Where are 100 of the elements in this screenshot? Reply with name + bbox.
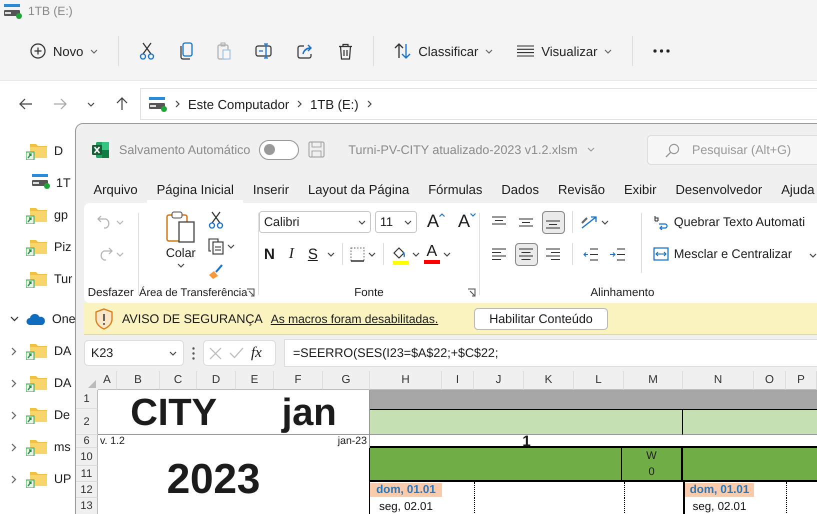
- sort-button[interactable]: Classificar: [382, 35, 506, 67]
- column-header[interactable]: B: [117, 371, 160, 390]
- row-header[interactable]: 6: [76, 435, 98, 448]
- column-header[interactable]: N: [683, 371, 754, 390]
- clipboard-icon: [217, 42, 232, 60]
- shrink-font-button[interactable]: A: [454, 211, 479, 233]
- insert-function-button[interactable]: fx: [251, 344, 262, 362]
- column-header[interactable]: H: [370, 371, 442, 390]
- row-header[interactable]: 12: [76, 482, 98, 498]
- up-arrow-icon: [116, 97, 128, 111]
- column-header[interactable]: M: [624, 371, 683, 390]
- chevron-right-icon[interactable]: [11, 378, 17, 388]
- sidebar-item[interactable]: D: [54, 144, 64, 158]
- merge-center-button[interactable]: Mesclar e Centralizar: [652, 241, 817, 267]
- caret-icon: [358, 220, 366, 224]
- row-header[interactable]: 11: [76, 466, 98, 482]
- row-header[interactable]: 10: [76, 448, 98, 466]
- caret-icon: [586, 147, 595, 152]
- autosave-toggle[interactable]: [259, 140, 300, 160]
- paintbrush-icon: [208, 264, 224, 280]
- align-center-button[interactable]: [514, 242, 538, 266]
- enable-content-button[interactable]: Habilitar Conteúdo: [474, 308, 608, 330]
- underline-button[interactable]: S: [302, 243, 323, 265]
- search-field[interactable]: Pesquisar (Alt+G): [647, 134, 817, 164]
- ribbon-tab[interactable]: Revisão: [548, 175, 614, 203]
- row-header[interactable]: 13: [76, 498, 98, 514]
- caret-icon: [808, 253, 817, 258]
- sidebar-item[interactable]: One: [52, 312, 76, 326]
- ribbon-tab[interactable]: Arquivo: [84, 175, 148, 203]
- column-header[interactable]: A: [98, 371, 117, 390]
- name-box[interactable]: K23: [84, 340, 184, 366]
- column-header[interactable]: G: [323, 371, 370, 390]
- corner-triangle-icon: [88, 380, 96, 388]
- wrap-text-button[interactable]: Quebrar Texto Automati: [652, 209, 817, 235]
- sidebar-item[interactable]: 1T: [56, 176, 71, 190]
- chevron-right-icon[interactable]: [11, 410, 17, 420]
- chevron-right-icon[interactable]: [11, 474, 17, 484]
- diagonal-arrow-icon: [580, 214, 598, 230]
- align-bottom-button[interactable]: [542, 210, 565, 234]
- date-cell-text: seg, 02.01: [692, 500, 748, 514]
- column-header[interactable]: F: [274, 371, 323, 390]
- column-header[interactable]: O: [754, 371, 786, 390]
- table-cell: v. 1.2: [100, 435, 125, 447]
- paste-button[interactable]: Colar: [162, 209, 200, 287]
- column-header[interactable]: K: [524, 371, 574, 390]
- dialog-launcher-icon[interactable]: [246, 288, 256, 297]
- ribbon-tab[interactable]: Dados: [492, 175, 548, 203]
- chevron-right-icon[interactable]: [11, 346, 17, 356]
- small-up-caret-icon: [438, 213, 445, 217]
- chevron-right-icon: [366, 100, 372, 108]
- ribbon-tab[interactable]: Ajuda: [772, 175, 817, 203]
- indent-icon: [610, 248, 626, 260]
- sidebar-item[interactable]: De: [54, 408, 70, 422]
- font-size-field[interactable]: 11: [374, 211, 417, 233]
- grow-font-button[interactable]: A: [424, 211, 448, 233]
- row-header[interactable]: 2: [76, 409, 98, 435]
- warning-link[interactable]: As macros foram desabilitadas.: [270, 312, 438, 326]
- column-header[interactable]: C: [160, 371, 197, 390]
- right-align-icon: [545, 248, 562, 260]
- ribbon-tab[interactable]: Exibir: [614, 175, 666, 203]
- checkmark-icon[interactable]: [229, 347, 244, 359]
- sidebar-item[interactable]: DA: [54, 344, 72, 358]
- small-down-caret-icon: [470, 213, 476, 217]
- chevron-down-icon[interactable]: [10, 316, 18, 322]
- chevron-right-icon[interactable]: [11, 442, 17, 452]
- formula-field[interactable]: =SEERRO(SES(I23=$A$22;+$C$22;: [284, 339, 817, 367]
- title-text: CITY: [130, 394, 217, 432]
- chevron-right-icon: [297, 100, 302, 108]
- new-button[interactable]: Novo: [18, 35, 110, 67]
- address-bar[interactable]: Este Computador 1TB (E:): [140, 88, 817, 120]
- group-label: Fonte: [354, 287, 384, 301]
- view-button[interactable]: Visualizar: [505, 35, 624, 67]
- column-header[interactable]: J: [474, 371, 524, 390]
- column-header[interactable]: L: [574, 371, 624, 390]
- week-number: 1: [522, 435, 531, 446]
- sidebar-item[interactable]: ms: [54, 440, 71, 454]
- folder-icon: [26, 206, 48, 224]
- column-header[interactable]: I: [442, 371, 474, 390]
- column-header[interactable]: E: [236, 371, 274, 390]
- ribbon-tab[interactable]: Página Inicial: [147, 175, 244, 203]
- breadcrumb[interactable]: 1TB (E:): [310, 96, 359, 112]
- sidebar-item[interactable]: Piz: [54, 240, 72, 254]
- bold-button[interactable]: N: [258, 243, 280, 265]
- ribbon-tab[interactable]: Fórmulas: [418, 175, 492, 203]
- sidebar-item[interactable]: Tur: [54, 272, 72, 286]
- italic-button[interactable]: I: [284, 243, 299, 265]
- dialog-launcher-icon[interactable]: [467, 288, 476, 297]
- sidebar-item[interactable]: DA: [54, 376, 72, 390]
- breadcrumb[interactable]: Este Computador: [188, 96, 290, 112]
- merge-cells-icon: [652, 247, 669, 261]
- row-header[interactable]: 1: [76, 390, 98, 409]
- font-name-field[interactable]: Calibri: [258, 211, 371, 233]
- column-header[interactable]: P: [786, 371, 817, 390]
- font-color-button[interactable]: A: [424, 243, 451, 265]
- ribbon-tab[interactable]: Inserir: [243, 175, 299, 203]
- column-header[interactable]: D: [197, 371, 236, 390]
- ribbon-tab[interactable]: Desenvolvedor: [666, 175, 772, 203]
- ribbon-tab[interactable]: Layout da Página: [298, 175, 419, 203]
- sidebar-item[interactable]: UP: [54, 472, 72, 486]
- sidebar-item[interactable]: gp: [54, 208, 68, 222]
